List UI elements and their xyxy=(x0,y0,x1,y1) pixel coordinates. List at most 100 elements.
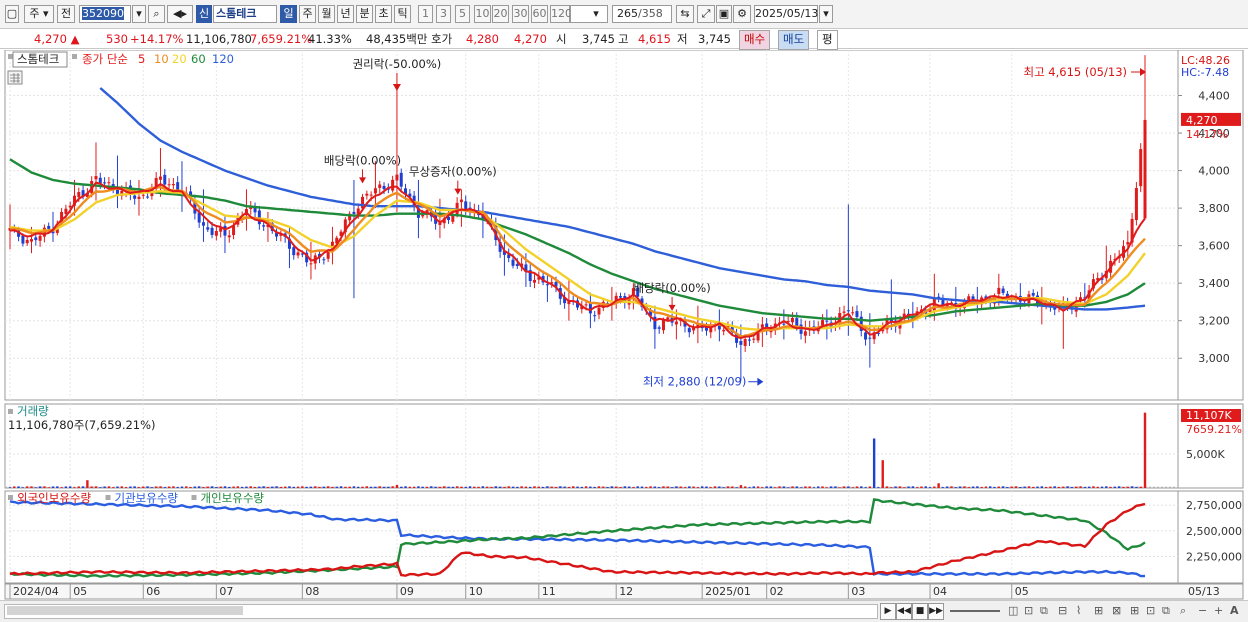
candle-body xyxy=(232,225,236,236)
candle-body xyxy=(795,318,799,327)
interval-select[interactable]: ▾ xyxy=(570,5,608,23)
volume-bar xyxy=(271,486,274,488)
stock-name-field[interactable]: 스톰테크 xyxy=(213,5,277,23)
candle-body xyxy=(511,259,515,266)
window-icon-1[interactable]: ◫ xyxy=(1008,604,1018,617)
calendar-dropdown-button[interactable]: ▾ xyxy=(819,5,833,23)
legend-ma-60: 60 xyxy=(191,52,206,66)
volume-bar xyxy=(232,486,235,488)
volume-bar xyxy=(1014,486,1018,488)
volume-bar xyxy=(172,486,175,488)
interval-button-5[interactable]: 5 xyxy=(455,5,470,23)
window-icon-5[interactable]: ⊞ xyxy=(1094,604,1103,617)
tab-1[interactable]: 주 xyxy=(299,5,316,23)
rewind-button[interactable]: ◀◀ xyxy=(896,603,912,620)
tab-3[interactable]: 년 xyxy=(337,5,354,23)
volume-bar xyxy=(1027,486,1031,488)
volume-bar xyxy=(653,486,657,488)
volume-bar xyxy=(473,486,476,488)
tab-0[interactable]: 일 xyxy=(280,5,297,23)
window-icon-3[interactable]: ⧉ xyxy=(1040,604,1048,618)
annotation-rights-ex: 권리락(-50.00%) xyxy=(353,57,442,71)
window-icon-4[interactable]: ⊟ xyxy=(1058,604,1067,617)
zoom-out-icon[interactable]: − xyxy=(1198,604,1207,617)
volume-bar xyxy=(1079,486,1082,488)
candle-body xyxy=(687,328,691,333)
window-icon-6[interactable]: ⊠ xyxy=(1112,604,1121,617)
tab-4[interactable]: 분 xyxy=(356,5,373,23)
scroll-right-button[interactable]: ▶ xyxy=(880,603,896,620)
buy-button[interactable]: 매수 xyxy=(739,30,771,50)
font-size-icon[interactable]: A xyxy=(1230,604,1239,617)
scrollbar-thumb[interactable] xyxy=(7,606,243,615)
volume-bar xyxy=(851,487,854,488)
candle-body xyxy=(382,186,386,190)
volume-bar xyxy=(670,487,674,488)
volume-bar xyxy=(541,486,545,488)
speaker-icon[interactable]: ◀▸ xyxy=(167,5,193,23)
volume-bar xyxy=(503,486,506,488)
chart-navigator: ▶ ◀◀ ■ ▶▶ ◫ ⊡ ⧉ ⊟ ⌇ ⊞ ⊠ ⊞ ⊡ ⧉ ⌕ − + A xyxy=(0,600,1248,622)
volume-title: 거래량 xyxy=(17,404,49,418)
count-field[interactable]: 265/358 xyxy=(612,5,672,23)
market-select[interactable]: 주 ▾ xyxy=(24,5,54,23)
candle-body xyxy=(309,263,313,265)
volume-bar xyxy=(507,486,510,488)
volume-bar xyxy=(361,486,364,488)
interval-button-20[interactable]: 20 xyxy=(492,5,509,23)
window-icon-2[interactable]: ⊡ xyxy=(1024,604,1033,617)
candle-body xyxy=(1134,188,1138,220)
save-icon[interactable]: ▣ xyxy=(716,5,732,23)
candle-body xyxy=(227,235,231,238)
layout-icon[interactable]: ▢ xyxy=(5,5,19,23)
interval-button-30[interactable]: 30 xyxy=(512,5,529,23)
candle-body xyxy=(997,287,1001,295)
volume-bar xyxy=(627,486,631,488)
chart-scrollbar[interactable] xyxy=(4,604,878,619)
volume-bar xyxy=(584,486,588,488)
search-icon[interactable]: ⌕ xyxy=(148,5,165,23)
volume-bar xyxy=(550,486,553,488)
candle-body xyxy=(201,222,205,226)
volume-bar xyxy=(1118,486,1121,488)
volume-bar xyxy=(752,486,755,488)
fast-forward-button[interactable]: ▶▶ xyxy=(928,603,944,620)
crosshair-icon[interactable]: ⤢ xyxy=(697,5,715,23)
window-icon-9[interactable]: ⧉ xyxy=(1162,604,1170,618)
magnet-icon[interactable]: ⌇ xyxy=(1076,604,1081,617)
average-button[interactable]: 평 xyxy=(817,30,838,50)
compare-icon[interactable]: ⇆ xyxy=(676,5,694,23)
volume-bar xyxy=(326,486,330,488)
search-icon[interactable]: ⌕ xyxy=(1180,604,1186,618)
interval-button-10[interactable]: 10 xyxy=(474,5,491,23)
tab-6[interactable]: 틱 xyxy=(394,5,411,23)
stop-button[interactable]: ■ xyxy=(912,603,928,620)
volume-bar xyxy=(176,487,179,488)
zoom-in-icon[interactable]: + xyxy=(1214,604,1223,617)
annotation-corporate-action: 무상증자(0.00%) xyxy=(409,165,497,179)
volume-bar xyxy=(657,487,661,488)
volume-bar xyxy=(210,486,214,488)
gear-icon[interactable]: ⚙ xyxy=(733,5,751,23)
zoom-slider[interactable] xyxy=(950,610,1000,612)
tab-5[interactable]: 초 xyxy=(375,5,392,23)
window-icon-8[interactable]: ⊡ xyxy=(1146,604,1155,617)
stock-chart[interactable]: 거래량11,106,780주(7,659.21%) 외국인보유수량 기관보유수량 개… xyxy=(0,50,1248,600)
candle-body xyxy=(395,174,399,181)
last-date-label: 05/13 xyxy=(1188,585,1220,598)
date-field[interactable]: 2025/05/13 xyxy=(754,5,818,23)
window-icon-7[interactable]: ⊞ xyxy=(1130,604,1139,617)
sell-button[interactable]: 매도 xyxy=(778,30,810,50)
stock-code-input[interactable]: 352090 xyxy=(79,5,131,23)
bid-label: 호가 xyxy=(431,32,453,46)
tab-2[interactable]: 월 xyxy=(318,5,335,23)
interval-button-60[interactable]: 60 xyxy=(531,5,548,23)
volume-bar xyxy=(1036,486,1039,488)
code-dropdown-button[interactable]: ▾ xyxy=(132,5,146,23)
volume-bar xyxy=(817,486,820,488)
interval-button-120[interactable]: 120 xyxy=(550,5,572,23)
period-toggle[interactable]: 전 xyxy=(57,5,75,23)
interval-button-1[interactable]: 1 xyxy=(418,5,433,23)
interval-button-3[interactable]: 3 xyxy=(436,5,451,23)
volume-bar xyxy=(640,486,644,488)
